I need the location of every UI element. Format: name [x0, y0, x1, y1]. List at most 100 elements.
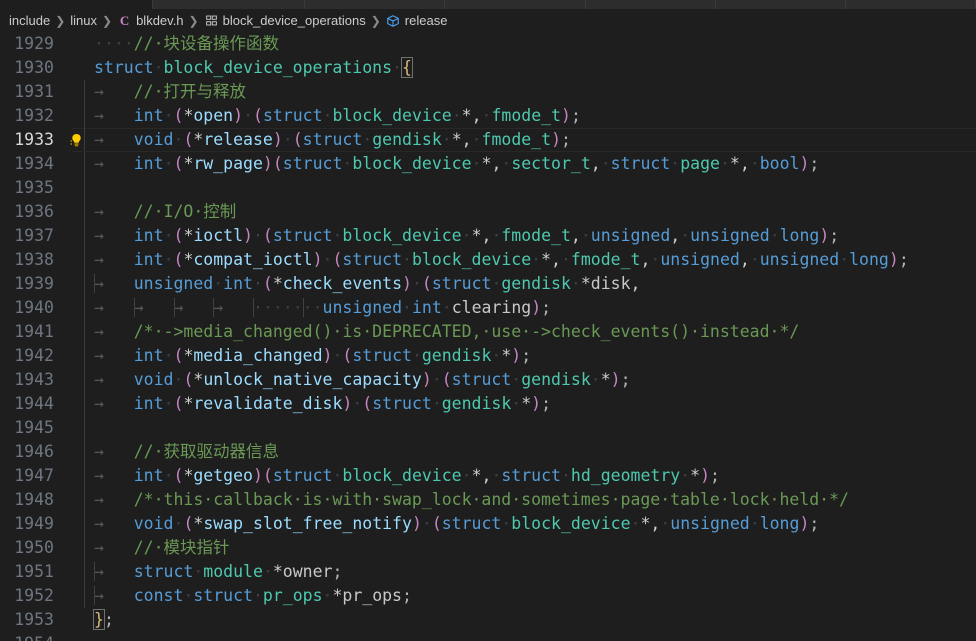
gutter-glyph[interactable]	[64, 272, 94, 296]
gutter-glyph[interactable]	[64, 536, 94, 560]
code-line[interactable]: 1952 → const·struct·pr_ops·*pr_ops;	[0, 584, 976, 608]
breadcrumb-item-release[interactable]: release	[386, 9, 447, 32]
code-line[interactable]: 1937 → int·(*ioctl)·(struct·block_device·…	[0, 224, 976, 248]
code-text: → //·模块指针	[94, 538, 230, 557]
indent-guide	[84, 416, 85, 440]
code-text: → int·(*media_changed)·(struct·gendisk·*…	[94, 346, 532, 365]
code-line[interactable]: 1946 → //·获取驱动器信息	[0, 440, 976, 464]
indent-guide	[84, 584, 85, 608]
code-line[interactable]: 1931 → //·打开与释放	[0, 80, 976, 104]
breadcrumb: include ❯ linux ❯ Cblkdev.h ❯ block_device_ope…	[0, 9, 976, 32]
code-line[interactable]: 1941 → /*·->media_changed()·is·DEPRECATED…	[0, 320, 976, 344]
indent-guide	[84, 224, 85, 248]
code-line[interactable]: 1930 struct·block_device_operations·{	[0, 56, 976, 80]
code-line[interactable]: 1950 → //·模块指针	[0, 536, 976, 560]
editor-tab[interactable]	[715, 0, 846, 9]
code-line[interactable]: 1951 → struct·module·*owner;	[0, 560, 976, 584]
editor-tab[interactable]	[585, 0, 716, 9]
line-number: 1934	[14, 154, 54, 173]
indent-guide	[84, 296, 85, 320]
code-line[interactable]: 1938 → int·(*compat_ioctl)·(struct·block_…	[0, 248, 976, 272]
breadcrumb-item-label: include	[9, 13, 51, 28]
gutter-glyph[interactable]	[64, 32, 94, 56]
code-line[interactable]: 1933 → void·(*release)·(struct·gendisk·*,…	[0, 128, 976, 152]
line-number: 1946	[14, 442, 54, 461]
code-text: → unsigned·int·(*check_events)·(struct·g…	[93, 274, 641, 293]
gutter-glyph[interactable]	[64, 152, 94, 176]
code-line[interactable]: 1954	[0, 632, 976, 641]
line-number: 1948	[14, 490, 54, 509]
code-line[interactable]: 1929 ····//·块设备操作函数	[0, 32, 976, 56]
code-line[interactable]: 1934 → int·(*rw_page)(struct·block_device…	[0, 152, 976, 176]
code-line[interactable]: 1943 → void·(*unlock_native_capacity)·(st…	[0, 368, 976, 392]
line-number: 1954	[0, 632, 64, 641]
lightbulb-quickfix-icon[interactable]	[70, 132, 83, 148]
gutter-glyph[interactable]	[64, 56, 94, 80]
code-line[interactable]: 1936 → //·I/O·控制	[0, 200, 976, 224]
gutter-glyph[interactable]	[64, 392, 94, 416]
code-line[interactable]: 1939 → unsigned·int·(*check_events)·(stru…	[0, 272, 976, 296]
gutter-glyph[interactable]	[64, 80, 94, 104]
code-line[interactable]: 1949 → void·(*swap_slot_free_notify)·(str…	[0, 512, 976, 536]
code-text: → → → → ····· ··unsigned·int·clearing);	[94, 298, 552, 317]
gutter-glyph[interactable]	[64, 296, 94, 320]
breadcrumb-item-include[interactable]: include	[9, 9, 50, 32]
editor-tab[interactable]	[0, 0, 154, 9]
line-number: 1949	[14, 514, 54, 533]
gutter-glyph[interactable]	[64, 104, 94, 128]
breadcrumb-separator: ❯	[370, 13, 381, 28]
code-text: → int·(*ioctl)·(struct·block_device·*,·f…	[94, 226, 840, 245]
breadcrumb-separator: ❯	[102, 13, 113, 28]
code-text: };	[93, 609, 114, 630]
breadcrumb-item-blkdev-h[interactable]: Cblkdev.h	[117, 9, 184, 32]
gutter-glyph[interactable]	[64, 248, 94, 272]
code-editor[interactable]: 1929 ····//·块设备操作函数 1930 struct·block_devic…	[0, 32, 976, 641]
gutter-glyph[interactable]	[64, 440, 94, 464]
gutter-glyph[interactable]	[64, 224, 94, 248]
breadcrumb-item-linux[interactable]: linux	[70, 9, 97, 32]
gutter-glyph[interactable]	[64, 416, 94, 440]
code-text: ····//·块设备操作函数	[94, 34, 280, 53]
code-line[interactable]: 1942 → int·(*media_changed)·(struct·gendi…	[0, 344, 976, 368]
line-number: 1953	[14, 610, 54, 629]
code-line[interactable]: 1945	[0, 416, 976, 440]
editor-tab-strip[interactable]	[0, 0, 976, 9]
breadcrumb-separator: ❯	[188, 13, 199, 28]
indent-guide	[84, 152, 85, 176]
indent-guide	[84, 464, 85, 488]
gutter-glyph[interactable]	[64, 320, 94, 344]
gutter-glyph[interactable]	[64, 608, 94, 632]
code-line[interactable]: 1944 → int·(*revalidate_disk)·(struct·gen…	[0, 392, 976, 416]
line-number: 1930	[14, 58, 54, 77]
editor-tab[interactable]	[305, 0, 446, 9]
editor-tab[interactable]	[153, 0, 306, 9]
indent-guide	[84, 488, 85, 512]
editor-tab[interactable]	[445, 0, 586, 9]
gutter-glyph[interactable]	[64, 368, 94, 392]
gutter-glyph[interactable]	[64, 632, 94, 641]
gutter-glyph[interactable]	[64, 344, 94, 368]
gutter-glyph[interactable]	[64, 560, 94, 584]
gutter-glyph[interactable]	[64, 488, 94, 512]
code-text: → int·(*compat_ioctl)·(struct·block_devi…	[94, 250, 909, 269]
breadcrumb-item-block-device-operations[interactable]: block_device_operations	[204, 9, 366, 32]
gutter-glyph[interactable]	[64, 176, 94, 200]
line-number: 1950	[14, 538, 54, 557]
editor-tab[interactable]	[845, 0, 976, 9]
gutter-glyph[interactable]	[64, 584, 94, 608]
code-line[interactable]: 1940 → → → → ····· ··unsigned·int·clearing…	[0, 296, 976, 320]
c-file-icon: C	[119, 12, 130, 28]
code-text: struct·block_device_operations·{	[94, 57, 413, 78]
gutter-glyph[interactable]	[64, 128, 94, 152]
gutter-glyph[interactable]	[64, 464, 94, 488]
gutter-glyph[interactable]	[64, 200, 94, 224]
indent-guide	[84, 80, 85, 104]
code-line[interactable]: 1932 → int·(*open)·(struct·block_device·*…	[0, 104, 976, 128]
line-number: 1939	[14, 274, 54, 293]
code-line[interactable]: 1947 → int·(*getgeo)(struct·block_device·…	[0, 464, 976, 488]
code-line[interactable]: 1953};	[0, 608, 976, 632]
code-line[interactable]: 1935	[0, 176, 976, 200]
code-line[interactable]: 1948 → /*·this·callback·is·with·swap_lock…	[0, 488, 976, 512]
indent-guide	[84, 272, 85, 296]
gutter-glyph[interactable]	[64, 512, 94, 536]
